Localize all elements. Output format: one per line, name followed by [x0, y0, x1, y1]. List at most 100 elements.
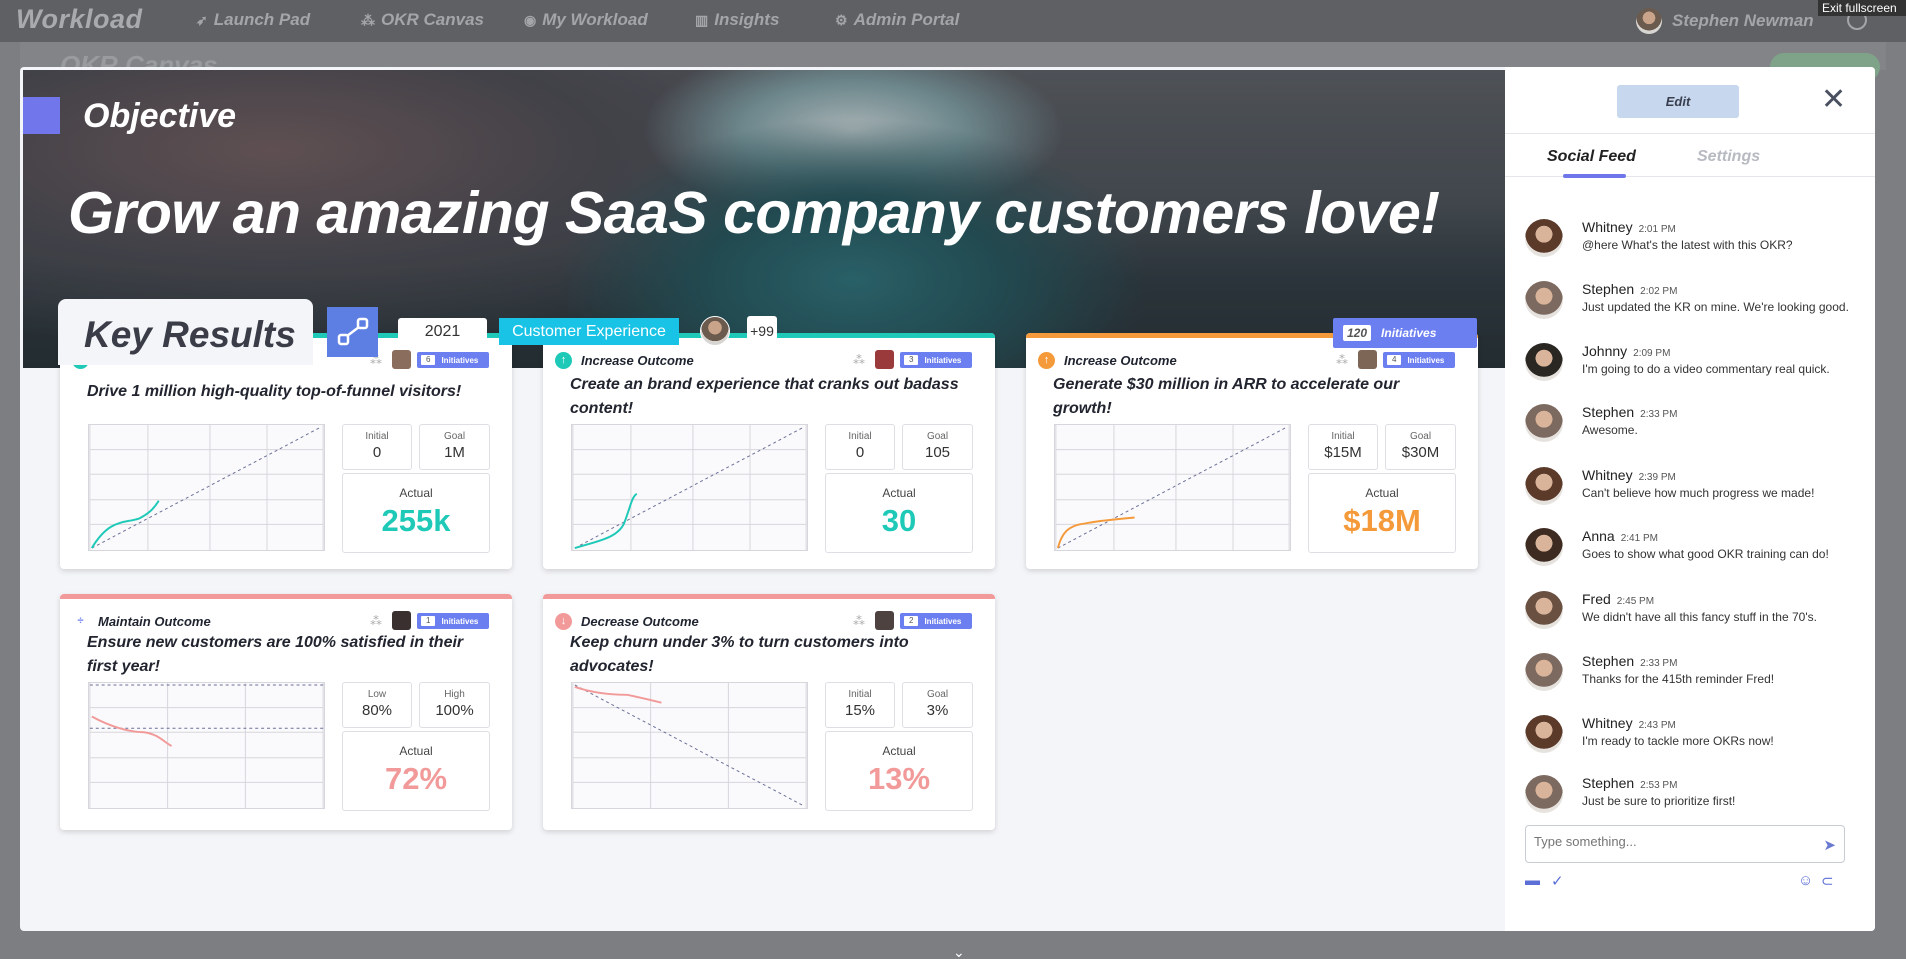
chevron-down-icon[interactable]: ⌄ — [953, 944, 965, 959]
edit-button[interactable]: Edit — [1617, 85, 1739, 118]
tab-settings[interactable]: Settings — [1697, 148, 1760, 166]
nav-okr-canvas[interactable]: ⁂ OKR Canvas — [361, 10, 484, 30]
key-result-card[interactable]: ↓ Decrease Outcome ⁂ 2 Initiatives Keep c… — [543, 594, 995, 830]
feed-message: Fred 2:45 PM We didn't have all this fanc… — [1525, 591, 1865, 641]
key-result-card[interactable]: ÷ Maintain Outcome ⁂ 1 Initiatives Ensure… — [60, 594, 512, 830]
owner-avatar[interactable] — [700, 316, 730, 346]
initiatives-label: Initiatives — [1407, 355, 1445, 365]
exit-fullscreen-button[interactable]: Exit fullscreen — [1818, 0, 1906, 16]
actual-value: 30 — [881, 503, 917, 538]
message-input[interactable] — [1526, 826, 1796, 857]
initial-label: Initial — [848, 431, 872, 442]
initial-value: 0 — [372, 444, 382, 461]
key-result-card[interactable]: ↑ Increase Outcome ⁂ 6Initiatives Drive … — [60, 333, 512, 569]
video-icon[interactable]: ▬ — [1525, 872, 1540, 889]
alignment-icon — [337, 317, 368, 346]
actual-value: 13% — [867, 761, 931, 796]
emoji-icon[interactable]: ☺ — [1798, 872, 1813, 889]
avatar[interactable] — [1525, 528, 1563, 566]
message-author: Stephen 2:02 PM — [1582, 281, 1677, 297]
key-result-card[interactable]: ↑ Increase Outcome ⁂ 3 Initiatives Create… — [543, 333, 995, 569]
avatar[interactable] — [1525, 775, 1563, 813]
initiatives-label: Initiatives — [1381, 326, 1437, 340]
sitemap-icon: ⁂ — [361, 11, 375, 28]
goal-value: 3% — [926, 702, 949, 719]
user-name: Stephen Newman — [1672, 11, 1814, 30]
initiatives-badge[interactable]: 2 Initiatives — [900, 613, 972, 629]
outcome-type: Increase Outcome — [581, 353, 694, 368]
initial-box: Initial $15M — [1308, 424, 1378, 470]
initiatives-badge[interactable]: 6 Initiatives — [417, 352, 489, 368]
brand-logo[interactable]: Workload — [16, 4, 143, 35]
sitemap-icon[interactable]: ⁂ — [853, 353, 865, 367]
avatar[interactable] — [875, 611, 894, 630]
key-result-title[interactable]: Ensure new customers are 100% satisfied … — [87, 631, 487, 679]
objective-title[interactable]: Grow an amazing SaaS company customers l… — [68, 179, 1440, 247]
avatar[interactable] — [1525, 715, 1563, 753]
nav-insights[interactable]: ▥ Insights — [695, 10, 779, 30]
user-menu[interactable]: Stephen Newman — [1636, 8, 1814, 34]
avatar[interactable] — [1525, 404, 1563, 442]
key-result-title[interactable]: Generate $30 million in ARR to accelerat… — [1053, 373, 1453, 421]
avatar[interactable] — [1525, 653, 1563, 691]
progress-graph — [571, 682, 808, 809]
key-result-card[interactable]: ↑ Increase Outcome ⁂ 4 Initiatives Genera… — [1026, 333, 1478, 569]
avatar[interactable] — [1525, 467, 1563, 505]
avatar[interactable] — [1525, 281, 1563, 319]
alignment-button[interactable] — [327, 307, 378, 357]
key-result-title[interactable]: Keep churn under 3% to turn customers in… — [570, 631, 970, 679]
avatar[interactable] — [392, 350, 411, 369]
avatar[interactable] — [1525, 591, 1563, 629]
initiatives-badge[interactable]: 3 Initiatives — [900, 352, 972, 368]
initiatives-badge[interactable]: 1 Initiatives — [417, 613, 489, 629]
key-results-label: Key Results — [84, 314, 296, 355]
tab-social-feed[interactable]: Social Feed — [1547, 148, 1636, 166]
feed-message: Stephen 2:33 PM Awesome. — [1525, 404, 1865, 454]
initial-value: $15M — [1324, 444, 1362, 461]
key-result-title[interactable]: Drive 1 million high-quality top-of-funn… — [87, 380, 487, 404]
avatar[interactable] — [392, 611, 411, 630]
message-text: We didn't have all this fancy stuff in t… — [1582, 610, 1817, 624]
message-time: 2:39 PM — [1638, 472, 1676, 483]
message-author: Fred 2:45 PM — [1582, 591, 1654, 607]
avatar[interactable] — [1358, 350, 1377, 369]
avatar[interactable] — [1525, 219, 1563, 257]
progress-graph — [88, 682, 325, 809]
more-members-badge[interactable]: +99 — [747, 316, 777, 346]
panel-tabs: Social Feed Settings — [1505, 133, 1875, 178]
goal-box: Goal 105 — [902, 424, 973, 470]
author-name: Stephen — [1582, 775, 1635, 791]
progress-graph — [1054, 424, 1291, 551]
top-nav: Workload ➶ Launch Pad ⁂ OKR Canvas ◉ My Wor… — [0, 0, 1906, 42]
initiatives-badge[interactable]: 120 Initiatives — [1333, 318, 1477, 348]
close-icon[interactable]: ✕ — [1821, 85, 1846, 115]
attachment-icon[interactable]: ⊂ — [1821, 872, 1834, 890]
team-chip[interactable]: Customer Experience — [499, 318, 679, 345]
avatar[interactable] — [875, 350, 894, 369]
message-input-box[interactable]: ➤ — [1525, 825, 1845, 863]
sitemap-icon[interactable]: ⁂ — [370, 614, 382, 628]
outcome-type: Decrease Outcome — [581, 614, 699, 629]
feed-message: Stephen 2:02 PM Just updated the KR on mi… — [1525, 281, 1865, 331]
sitemap-icon[interactable]: ⁂ — [853, 614, 865, 628]
nav-launch-pad[interactable]: ➶ Launch Pad — [196, 10, 310, 30]
outcome-type: Increase Outcome — [1064, 353, 1177, 368]
key-result-title[interactable]: Create an brand experience that cranks o… — [570, 373, 970, 421]
year-chip[interactable]: 2021 — [398, 318, 487, 345]
message-text: Awesome. — [1582, 423, 1638, 437]
message-text: Goes to show what good OKR training can … — [1582, 547, 1829, 561]
message-text: @here What's the latest with this OKR? — [1582, 238, 1793, 252]
actual-label: Actual — [399, 744, 433, 758]
card-color-bar — [543, 594, 995, 599]
nav-label: OKR Canvas — [381, 10, 484, 29]
initiatives-label: Initiatives — [441, 616, 479, 626]
nav-admin-portal[interactable]: ⚙ Admin Portal — [835, 10, 959, 30]
send-icon[interactable]: ➤ — [1823, 836, 1836, 854]
check-circle-icon[interactable]: ✓ — [1551, 872, 1564, 890]
nav-my-workload[interactable]: ◉ My Workload — [524, 10, 648, 30]
side-panel: Edit ✕ Social Feed Settings Whitney 2:01 … — [1505, 67, 1875, 931]
sitemap-icon[interactable]: ⁂ — [1336, 353, 1348, 367]
message-text: I'm going to do a video commentary real … — [1582, 362, 1830, 376]
initiatives-badge[interactable]: 4 Initiatives — [1383, 352, 1455, 368]
avatar[interactable] — [1525, 343, 1563, 381]
